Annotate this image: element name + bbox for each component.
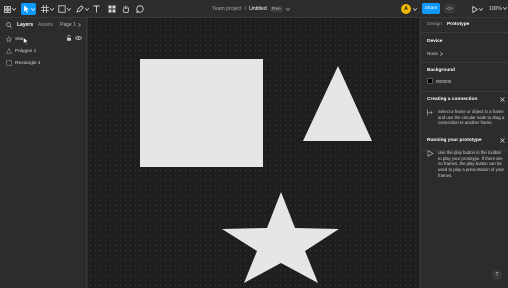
play-icon bbox=[471, 5, 478, 13]
divider bbox=[421, 91, 508, 92]
eye-icon[interactable] bbox=[75, 35, 82, 41]
move-tool-icon bbox=[23, 5, 29, 13]
resources-button[interactable] bbox=[107, 3, 116, 15]
chevron-down-icon bbox=[502, 7, 507, 10]
layer-tools bbox=[66, 35, 82, 41]
page-selector[interactable]: Page 1 bbox=[60, 22, 81, 28]
layer-rectangle[interactable]: Rectangle 1 bbox=[0, 57, 87, 69]
divider bbox=[421, 32, 508, 33]
chevron-down-icon bbox=[30, 7, 35, 11]
chevron-down-icon[interactable] bbox=[285, 7, 290, 11]
move-tool-button[interactable] bbox=[21, 3, 36, 15]
tip-connection-header: Creating a connection bbox=[427, 97, 505, 102]
polygon-icon bbox=[5, 48, 12, 55]
chevron-down-icon bbox=[12, 7, 16, 11]
present-button[interactable] bbox=[471, 3, 483, 15]
breadcrumb: Team project / Untitled Free bbox=[212, 4, 290, 14]
tip-text: Use the play button in the toolbar to pl… bbox=[438, 150, 504, 178]
dev-mode-button[interactable]: </> bbox=[444, 4, 455, 13]
device-select[interactable]: None bbox=[427, 51, 443, 56]
star-icon bbox=[5, 36, 12, 43]
tab-layers[interactable]: Layers bbox=[17, 22, 33, 28]
zoom-level: 100% bbox=[489, 5, 502, 12]
figma-menu-button[interactable] bbox=[4, 3, 16, 15]
breadcrumb-separator: / bbox=[244, 6, 247, 12]
page-label: Page 1 bbox=[60, 22, 76, 28]
chevron-down-icon bbox=[478, 7, 483, 11]
hand-tool-button[interactable] bbox=[121, 3, 130, 15]
lock-icon[interactable] bbox=[66, 35, 72, 41]
help-button[interactable]: ? bbox=[492, 270, 502, 280]
tip-running-header: Running your prototype bbox=[427, 138, 505, 143]
layer-polygon[interactable]: Polygon 1 bbox=[0, 45, 87, 57]
tip-title: Creating a connection bbox=[427, 97, 478, 102]
frame-tool-button[interactable] bbox=[40, 3, 54, 15]
canvas-shapes bbox=[140, 59, 372, 283]
chevron-down-icon bbox=[412, 7, 417, 11]
avatar-menu-button[interactable] bbox=[412, 3, 417, 15]
file-name[interactable]: Untitled bbox=[249, 6, 267, 12]
close-icon[interactable] bbox=[500, 138, 505, 143]
canvas[interactable] bbox=[88, 18, 419, 288]
tab-prototype[interactable]: Prototype bbox=[447, 22, 469, 27]
text-tool-button[interactable] bbox=[92, 3, 101, 15]
breadcrumb-team[interactable]: Team project bbox=[212, 6, 242, 12]
tab-assets[interactable]: Assets bbox=[38, 22, 53, 28]
layers-panel: Layers Assets Page 1 Star Polygon 1 Rect… bbox=[0, 18, 87, 288]
frame-tool-icon bbox=[40, 5, 49, 13]
resources-icon bbox=[108, 5, 115, 13]
background-swatch[interactable] bbox=[427, 78, 433, 84]
plan-badge: Free bbox=[269, 6, 283, 12]
tip-connection-body: Select a frame or object in a frame and … bbox=[427, 109, 505, 126]
play-icon bbox=[427, 150, 434, 157]
text-tool-icon bbox=[93, 5, 100, 13]
tab-design[interactable]: Design bbox=[427, 22, 442, 27]
pen-tool-icon bbox=[75, 5, 84, 13]
layer-name: Polygon 1 bbox=[15, 48, 37, 54]
pen-tool-button[interactable] bbox=[75, 3, 89, 15]
chevron-down-icon bbox=[84, 7, 89, 11]
device-title: Device bbox=[427, 39, 443, 44]
star-shape[interactable] bbox=[222, 192, 339, 283]
triangle-shape[interactable] bbox=[303, 66, 372, 141]
avatar[interactable]: A bbox=[401, 4, 411, 14]
toolbar: Team project / Untitled Free A Share </>… bbox=[0, 0, 508, 18]
shape-tool-button[interactable] bbox=[57, 3, 71, 15]
rectangle-icon bbox=[5, 60, 12, 67]
background-title: Background bbox=[427, 68, 455, 73]
right-tabs: Design Prototype bbox=[427, 22, 469, 27]
device-value: None bbox=[427, 51, 438, 56]
layer-name: Rectangle 1 bbox=[15, 60, 41, 66]
shape-tool-icon bbox=[57, 5, 66, 13]
chevron-down-icon bbox=[49, 7, 54, 11]
properties-panel: Design Prototype Device None Background … bbox=[420, 18, 508, 288]
connection-icon bbox=[427, 109, 433, 116]
comment-tool-button[interactable] bbox=[135, 3, 144, 15]
background-hex[interactable]: 000000 bbox=[436, 79, 451, 84]
rectangle-shape[interactable] bbox=[140, 59, 263, 167]
layer-star[interactable]: Star bbox=[0, 33, 87, 45]
chevron-down-icon bbox=[66, 7, 71, 11]
background-color-row[interactable]: 000000 bbox=[427, 78, 451, 84]
comment-tool-icon bbox=[135, 5, 144, 13]
zoom-menu[interactable]: 100% bbox=[489, 4, 507, 13]
close-icon[interactable] bbox=[500, 97, 505, 102]
hand-tool-icon bbox=[122, 5, 129, 13]
chevron-right-icon bbox=[440, 51, 443, 56]
tip-running-body: Use the play button in the toolbar to pl… bbox=[427, 150, 505, 179]
chevron-right-icon bbox=[78, 23, 81, 27]
layer-list: Star Polygon 1 Rectangle 1 bbox=[0, 33, 87, 69]
divider bbox=[421, 62, 508, 63]
mouse-cursor-icon bbox=[23, 37, 29, 45]
share-button[interactable]: Share bbox=[422, 3, 440, 14]
tip-title: Running your prototype bbox=[427, 138, 482, 143]
figma-menu-icon bbox=[4, 5, 11, 13]
tip-text: Select a frame or object in a frame and … bbox=[438, 109, 505, 126]
search-icon[interactable] bbox=[6, 22, 12, 28]
